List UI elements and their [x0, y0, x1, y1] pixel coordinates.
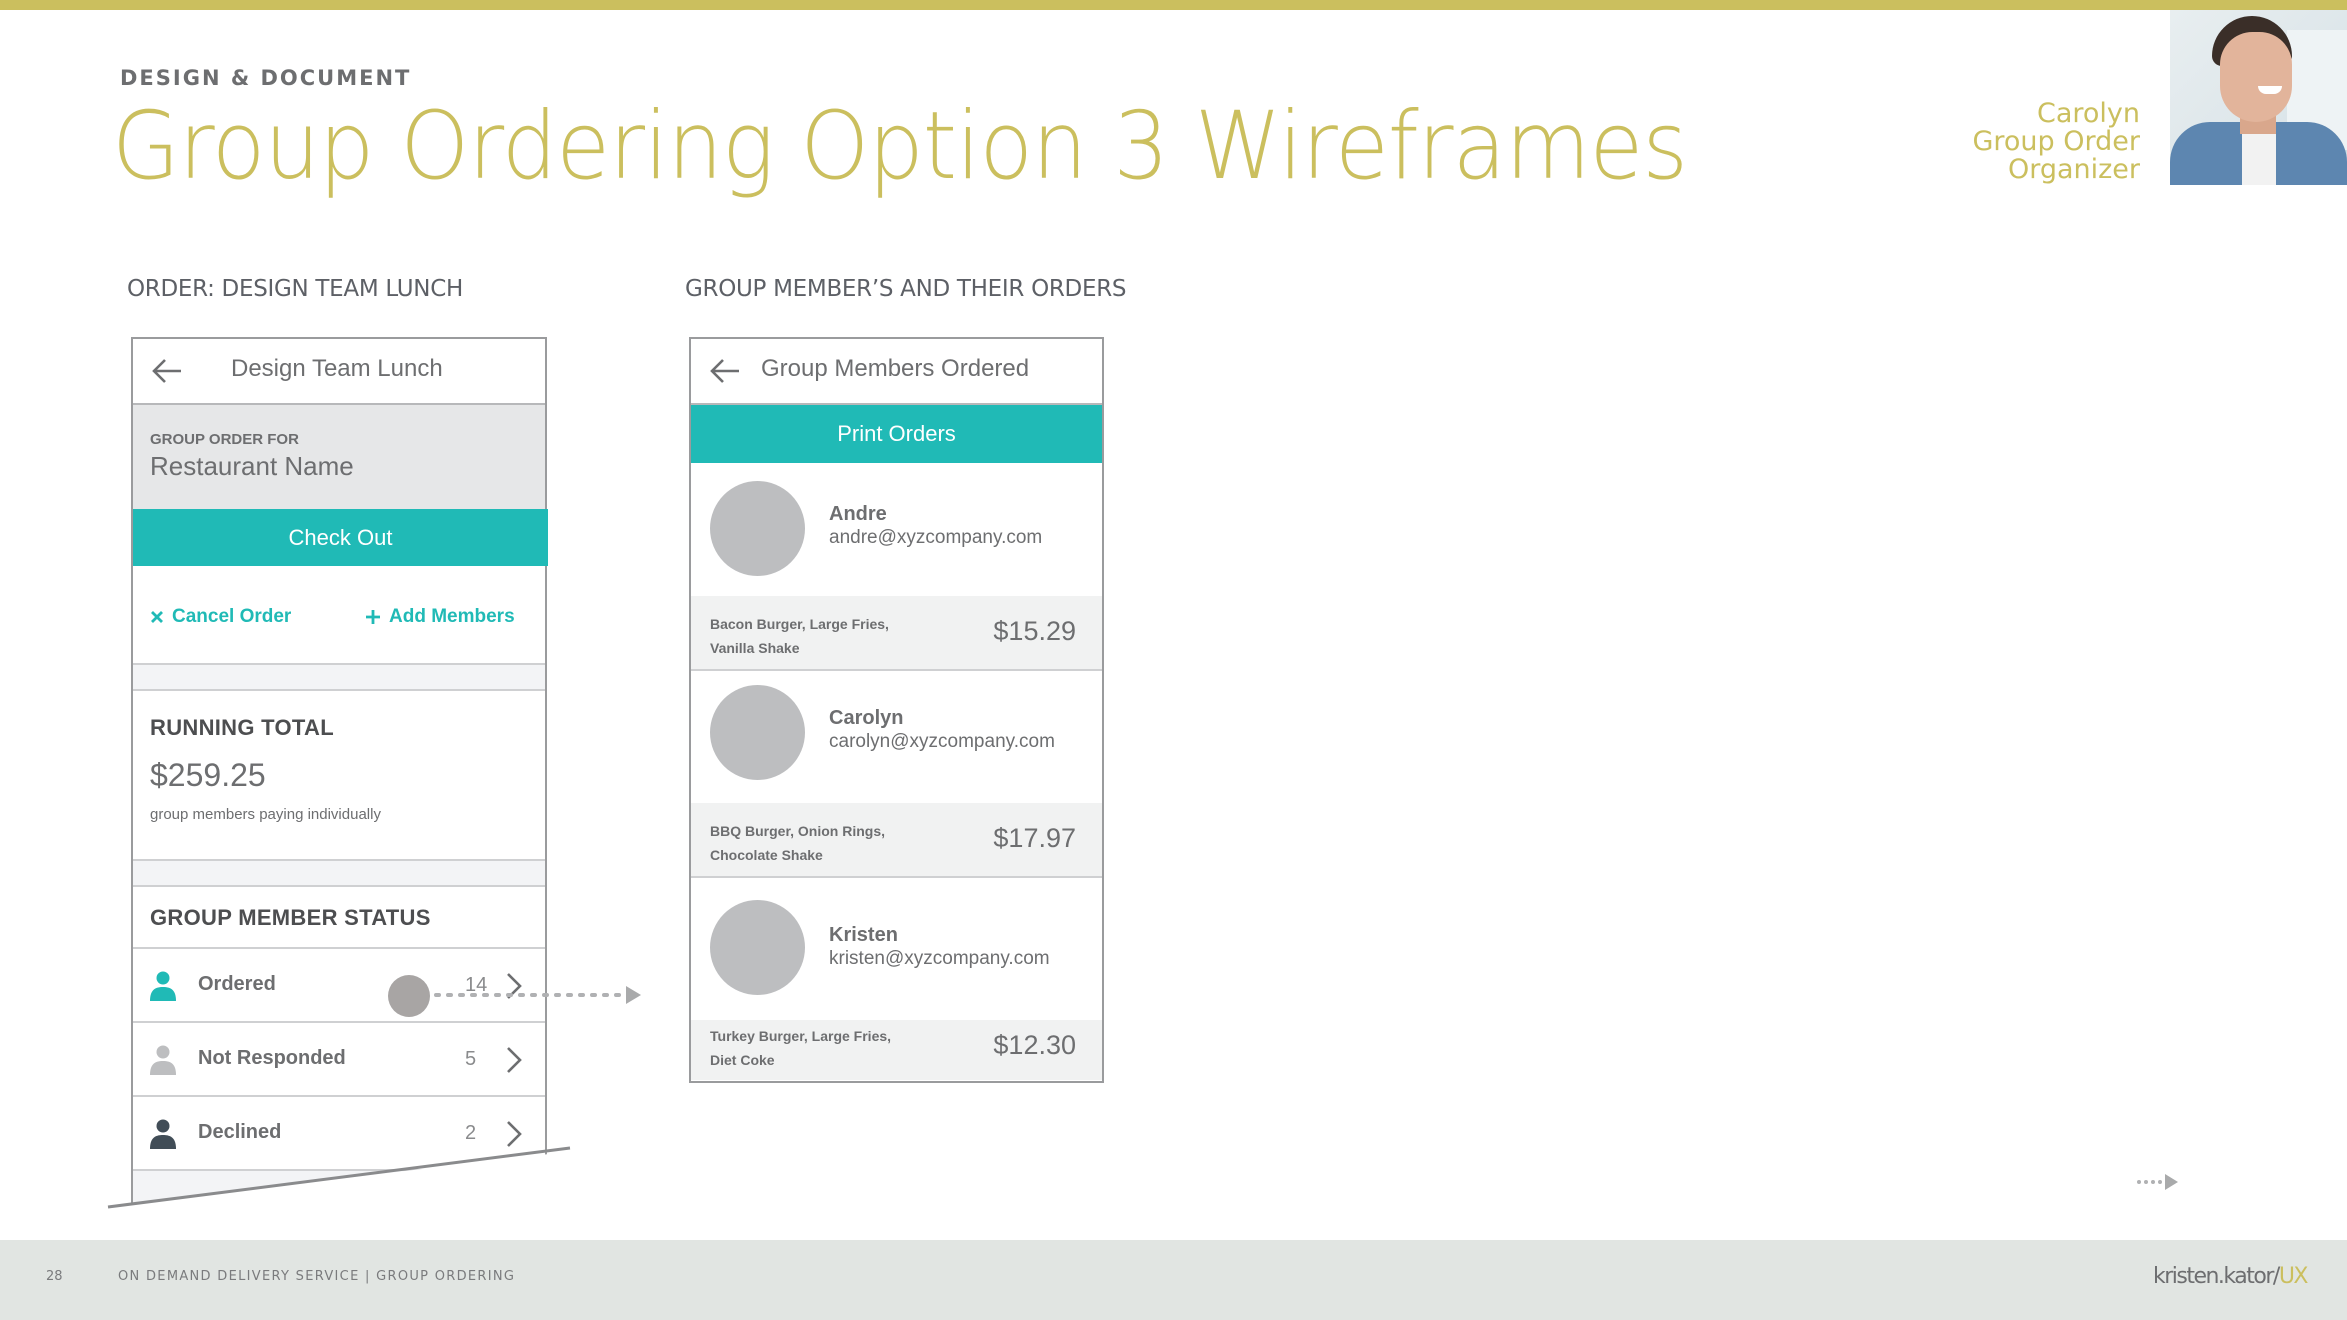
add-members-label: Add Members	[389, 606, 515, 627]
member-order: BBQ Burger, Onion Rings, Chocolate Shake…	[691, 803, 1102, 878]
status-count: 5	[465, 1048, 477, 1070]
status-row-declined[interactable]: Declined 2	[133, 1097, 545, 1171]
chevron-right-icon	[507, 973, 522, 999]
order-screen: Design Team Lunch GROUP ORDER FOR Restau…	[131, 337, 548, 1207]
status-label: Not Responded	[198, 1047, 346, 1069]
next-page-arrow-icon[interactable]	[2136, 1172, 2178, 1192]
right-section-label: GROUP MEMBER’S AND THEIR ORDERS	[685, 276, 1127, 302]
order-items-line: Vanilla Shake	[710, 640, 800, 656]
flow-arrowhead	[626, 986, 641, 1004]
page-title: Group Ordering Option 3 Wireframes	[112, 92, 1688, 201]
page-number: 28	[46, 1269, 63, 1284]
member-info: Andre andre@xyzcompany.com	[691, 463, 1102, 596]
order-items-line: Diet Coke	[710, 1052, 775, 1068]
order-items-line: BBQ Burger, Onion Rings,	[710, 823, 886, 839]
person-icon	[150, 1119, 176, 1149]
left-section-label: ORDER: DESIGN TEAM LUNCH	[127, 276, 463, 302]
persona-role-line1: Group Order	[1972, 126, 2140, 157]
photo-face	[2220, 32, 2292, 122]
page-footer: 28 ON DEMAND DELIVERY SERVICE | GROUP OR…	[0, 1240, 2347, 1320]
avatar	[710, 481, 805, 576]
footer-caption: ON DEMAND DELIVERY SERVICE | GROUP ORDER…	[118, 1269, 516, 1284]
person-icon	[150, 1045, 176, 1075]
close-icon	[151, 611, 163, 623]
status-count: 14	[465, 974, 488, 996]
persona-photo	[2170, 10, 2347, 185]
status-row-ordered[interactable]: Ordered 14	[133, 949, 545, 1023]
status-label: Ordered	[198, 973, 276, 995]
tap-indicator	[388, 975, 430, 1017]
add-members-button[interactable]: Add Members	[365, 606, 515, 628]
arrow-left-icon[interactable]	[151, 357, 183, 385]
order-actions: Cancel Order Add Members	[133, 566, 545, 665]
status-row-not-responded[interactable]: Not Responded 5	[133, 1023, 545, 1097]
status-count: 2	[465, 1122, 477, 1144]
running-total-value: $259.25	[150, 757, 266, 793]
person-icon	[150, 971, 176, 1001]
restaurant-name: Restaurant Name	[150, 451, 354, 481]
photo-tee	[2242, 128, 2276, 185]
order-items: Turkey Burger, Large Fries, Diet Coke	[710, 1024, 910, 1072]
section-eyebrow: DESIGN & DOCUMENT	[120, 66, 412, 90]
section-divider	[133, 861, 545, 887]
avatar	[710, 900, 805, 995]
status-label: Declined	[198, 1121, 282, 1143]
member-order: Turkey Burger, Large Fries, Diet Coke $1…	[691, 1020, 1102, 1080]
brand-logo: kristen.kator/UX	[2152, 1264, 2309, 1289]
member-name: Kristen	[829, 924, 898, 946]
order-screen-header: Design Team Lunch	[133, 339, 545, 405]
member-order: Bacon Burger, Large Fries, Vanilla Shake…	[691, 596, 1102, 671]
print-orders-button[interactable]: Print Orders	[691, 405, 1102, 463]
member-card[interactable]: Andre andre@xyzcompany.com Bacon Burger,…	[691, 463, 1102, 671]
member-card[interactable]: Carolyn carolyn@xyzcompany.com BBQ Burge…	[691, 671, 1102, 878]
member-name: Carolyn	[829, 707, 904, 729]
order-items-line: Turkey Burger, Large Fries,	[710, 1028, 892, 1044]
order-items-line: Bacon Burger, Large Fries,	[710, 616, 889, 632]
members-screen: Group Members Ordered Print Orders Andre…	[689, 337, 1104, 1083]
chevron-right-icon	[507, 1047, 522, 1073]
status-list-footer	[133, 1171, 545, 1207]
member-info: Kristen kristen@xyzcompany.com	[691, 878, 1102, 1020]
checkout-button[interactable]: Check Out	[133, 509, 548, 566]
member-email: carolyn@xyzcompany.com	[829, 731, 1055, 752]
order-price: $15.29	[993, 616, 1076, 646]
member-email: kristen@xyzcompany.com	[829, 948, 1050, 969]
top-accent-bar	[0, 0, 2347, 10]
order-price: $17.97	[993, 823, 1076, 853]
persona-role-line2: Organizer	[2007, 154, 2140, 185]
avatar	[710, 685, 805, 780]
plus-icon	[366, 610, 380, 624]
running-total-note: group members paying individually	[150, 806, 381, 823]
section-divider	[133, 665, 545, 691]
brand-main: kristen.kator/	[2152, 1264, 2280, 1289]
member-status-heading-row: GROUP MEMBER STATUS	[133, 887, 545, 949]
member-card[interactable]: Kristen kristen@xyzcompany.com Turkey Bu…	[691, 878, 1102, 1080]
member-info: Carolyn carolyn@xyzcompany.com	[691, 671, 1102, 803]
cancel-order-button[interactable]: Cancel Order	[150, 606, 291, 628]
persona-name: Carolyn	[2036, 98, 2140, 129]
members-screen-header: Group Members Ordered	[691, 339, 1102, 405]
order-screen-title: Design Team Lunch	[231, 355, 443, 382]
order-items: Bacon Burger, Large Fries, Vanilla Shake	[710, 612, 910, 660]
members-screen-title: Group Members Ordered	[761, 355, 1030, 382]
member-email: andre@xyzcompany.com	[829, 527, 1043, 548]
restaurant-panel: GROUP ORDER FOR Restaurant Name	[133, 405, 545, 509]
arrow-left-icon[interactable]	[709, 357, 741, 385]
chevron-right-icon	[507, 1121, 522, 1147]
order-items: BBQ Burger, Onion Rings, Chocolate Shake	[710, 819, 910, 867]
running-total-panel: RUNNING TOTAL $259.25 group members payi…	[133, 691, 545, 861]
cancel-order-label: Cancel Order	[172, 606, 292, 627]
persona-caption: Carolyn Group Order Organizer	[1972, 100, 2140, 184]
order-price: $12.30	[993, 1030, 1076, 1060]
member-name: Andre	[829, 503, 887, 525]
running-total-heading: RUNNING TOTAL	[150, 715, 334, 740]
order-screen-clip: Design Team Lunch GROUP ORDER FOR Restau…	[100, 330, 600, 1207]
order-items-line: Chocolate Shake	[710, 847, 823, 863]
brand-accent: UX	[2278, 1264, 2309, 1289]
group-order-for-label: GROUP ORDER FOR	[150, 431, 299, 448]
member-status-heading: GROUP MEMBER STATUS	[150, 905, 431, 930]
